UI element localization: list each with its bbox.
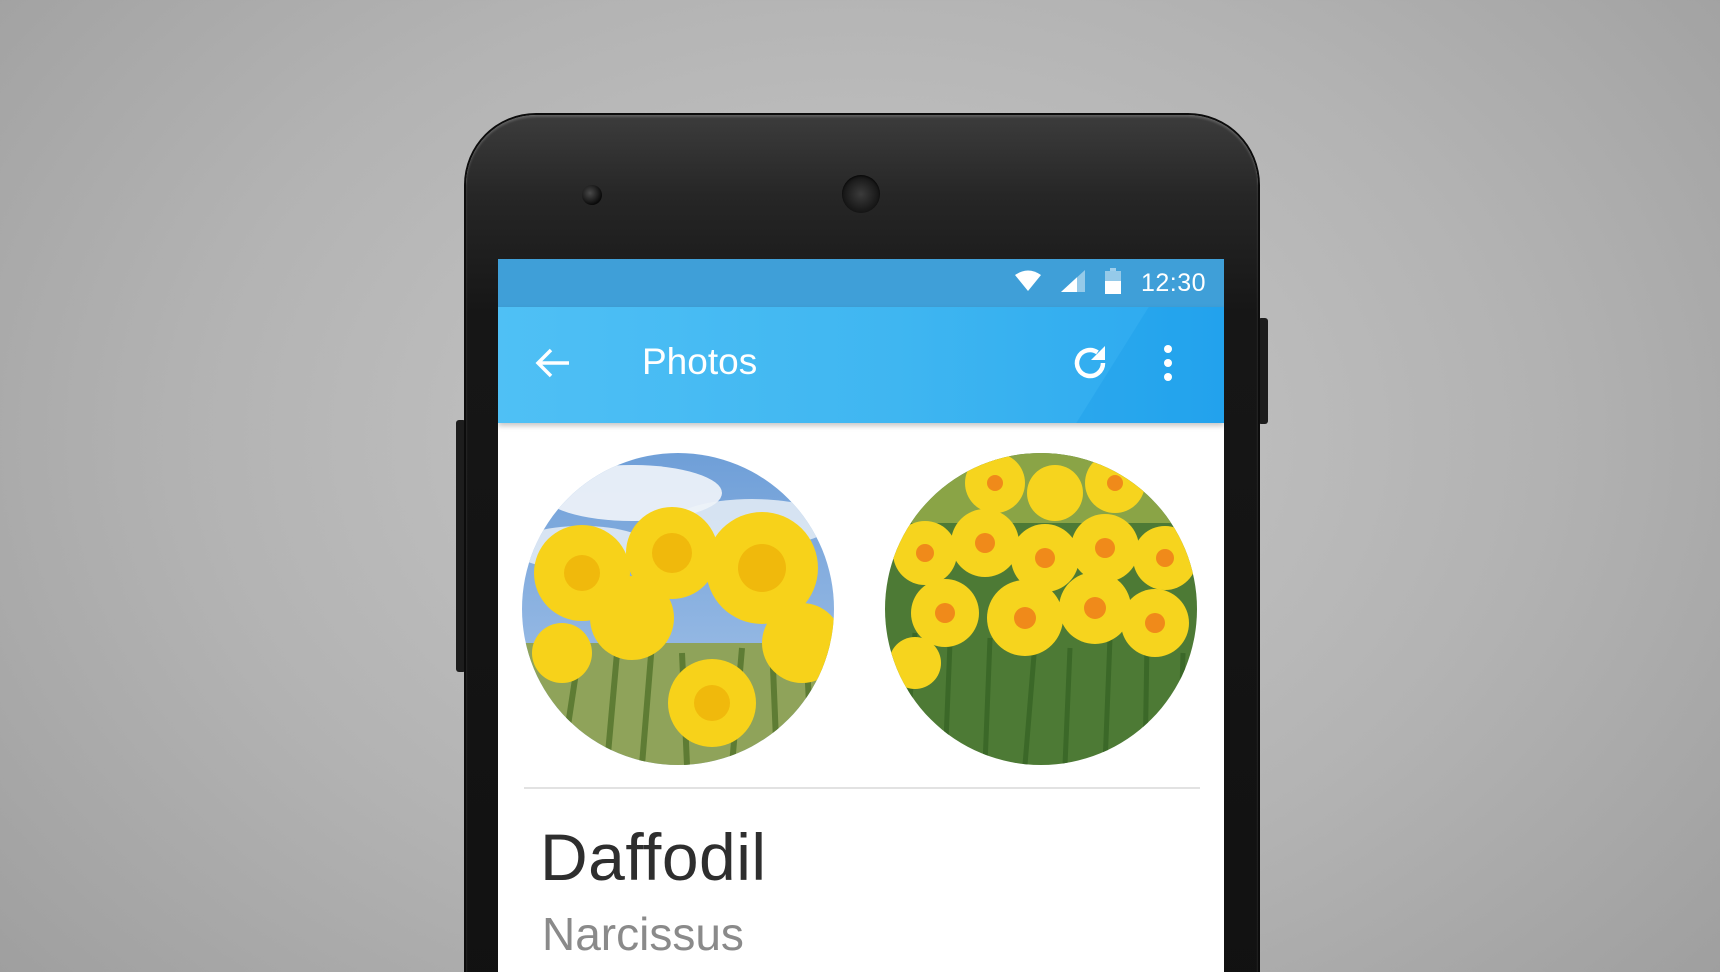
plant-latin-name: Narcissus xyxy=(542,908,744,960)
more-options-button[interactable] xyxy=(1148,340,1188,390)
back-arrow-icon xyxy=(535,347,571,384)
status-time: 12:30 xyxy=(1140,268,1206,297)
app-bar-title: Photos xyxy=(642,341,758,382)
app-bar: Photos xyxy=(498,307,1224,423)
daffodil-photo-field[interactable] xyxy=(885,453,1197,765)
refresh-button[interactable] xyxy=(1065,340,1115,390)
earpiece-speaker xyxy=(842,175,880,213)
section-divider xyxy=(524,787,1200,789)
battery-icon xyxy=(1104,267,1121,299)
phone-screen: 12:30 Photos Daffodil Narcissus xyxy=(498,259,1224,972)
phone-volume-button xyxy=(456,420,466,672)
phone-power-button xyxy=(1258,318,1268,424)
back-button[interactable] xyxy=(528,340,578,390)
phone-device: 12:30 Photos Daffodil Narcissus xyxy=(466,115,1258,972)
more-vert-icon xyxy=(1163,344,1173,386)
status-bar: 12:30 xyxy=(498,259,1224,307)
daffodil-photo-sky[interactable] xyxy=(522,453,834,765)
cell-signal-icon xyxy=(1060,269,1085,297)
wifi-icon xyxy=(1014,270,1041,297)
front-camera xyxy=(582,185,602,205)
refresh-icon xyxy=(1070,343,1110,388)
plant-common-name: Daffodil xyxy=(540,820,767,894)
